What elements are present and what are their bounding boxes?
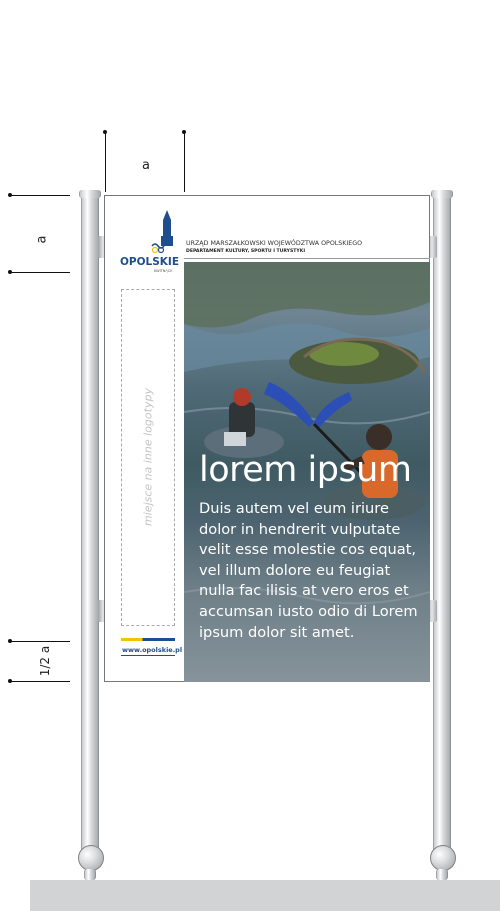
dimension-label-side: a [34,235,50,244]
header-organization: URZĄD MARSZAŁKOWSKI WOJEWÓDZTWA OPOLSKIE… [186,240,363,247]
right-post-foot [436,869,448,880]
dimension-line-top-left [105,132,106,192]
ground [30,880,500,911]
header-divider [184,258,430,259]
dimension-dot [8,679,12,683]
header-department: DEPARTAMENT KULTURY, SPORTU I TURYSTYKI [186,249,306,254]
dimension-line-top-right [184,132,185,192]
dimension-dot [103,130,107,134]
right-post-cap [431,190,453,198]
left-post-cap [79,190,101,198]
dimension-dot [8,270,12,274]
footer-url: www.opolskie.pl [122,646,183,654]
poster-title: lorem ipsum [199,450,412,490]
dimension-line-side-bottom [10,272,70,273]
logo: OPOLSKIE KWITNĄCE [118,210,180,276]
footer-accent-bar [121,638,175,641]
poster-body-text: Duis autem vel eum iriure dolor in hendr… [199,500,418,641]
right-post [433,196,451,856]
left-post [81,196,99,856]
left-post-foot [84,869,96,880]
left-post-base [78,845,104,871]
logo-name: OPOLSKIE [120,256,180,268]
dimension-line-half-top [10,641,70,642]
logo-tagline: KWITNĄCE [154,269,173,273]
dimension-label-top: a [142,158,150,173]
logo-placeholder-label: miejsce na inne logotypy [141,388,155,526]
footer-underline [121,655,175,656]
dimension-line-side-top [10,195,70,196]
dimension-dot [182,130,186,134]
right-post-base [430,845,456,871]
dimension-line-half-bottom [10,681,70,682]
dimension-dot [8,639,12,643]
dimension-label-half: 1/2 a [38,645,53,677]
dimension-dot [8,193,12,197]
